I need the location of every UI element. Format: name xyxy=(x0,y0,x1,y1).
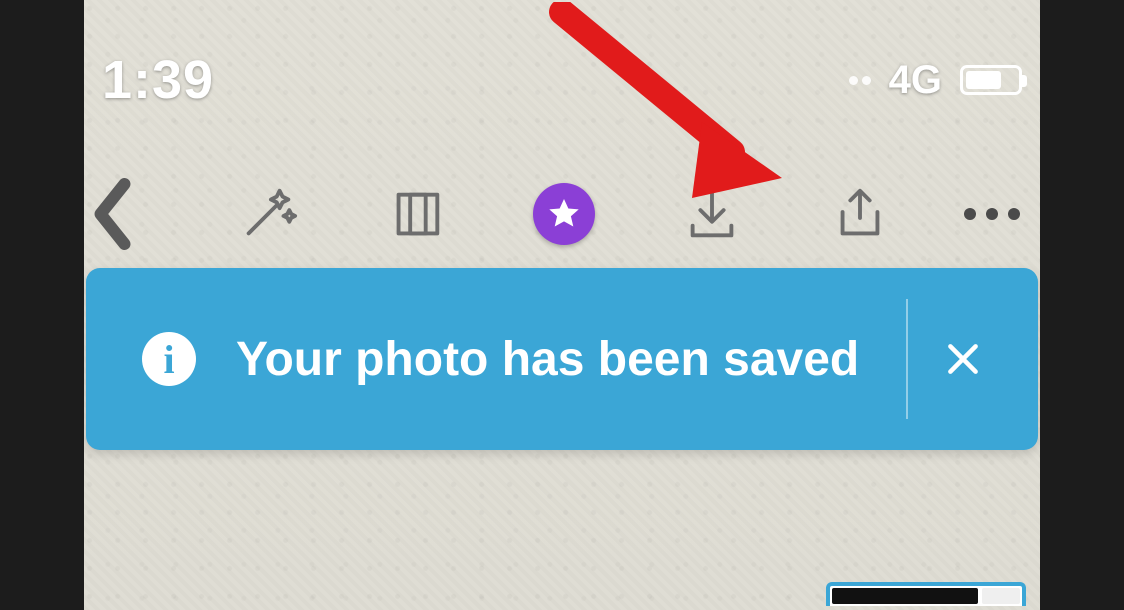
crop-icon xyxy=(385,183,447,245)
close-icon xyxy=(945,341,981,377)
magic-wand-button[interactable] xyxy=(232,178,304,250)
signal-icon xyxy=(849,76,871,85)
photo-editor-screen: 1:39 4G xyxy=(84,0,1040,610)
download-icon xyxy=(681,183,743,245)
more-button[interactable] xyxy=(964,208,1020,220)
status-bar: 1:39 4G xyxy=(84,56,1040,104)
share-button[interactable] xyxy=(824,178,896,250)
save-toast: i Your photo has been saved xyxy=(86,268,1038,450)
magic-wand-icon xyxy=(237,183,299,245)
toast-message: Your photo has been saved xyxy=(236,332,876,387)
chevron-left-icon xyxy=(90,178,138,250)
star-icon xyxy=(546,196,582,232)
star-badge xyxy=(533,183,595,245)
dots-icon xyxy=(964,208,976,220)
favorite-button[interactable] xyxy=(528,178,600,250)
share-icon xyxy=(829,183,891,245)
editor-toolbar xyxy=(84,178,1040,250)
info-icon: i xyxy=(142,332,196,386)
status-right: 4G xyxy=(849,58,1022,103)
screenshot-thumbnail[interactable] xyxy=(826,582,1026,606)
battery-icon xyxy=(960,65,1022,95)
crop-button[interactable] xyxy=(380,178,452,250)
back-button[interactable] xyxy=(84,178,150,250)
toast-close-button[interactable] xyxy=(918,268,1008,450)
clock: 1:39 xyxy=(102,49,214,111)
toast-divider xyxy=(906,299,908,419)
network-label: 4G xyxy=(889,58,942,103)
download-button[interactable] xyxy=(676,178,748,250)
